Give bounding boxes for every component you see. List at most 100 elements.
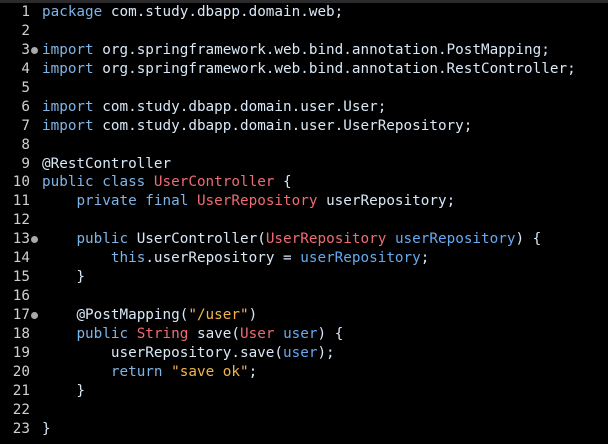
code-line[interactable]: 13 public UserController(UserRepository … (0, 230, 608, 249)
line-number-gutter: 14 (0, 249, 30, 268)
code-line[interactable]: 19 userRepository.save(user); (0, 344, 608, 363)
code-token: public (76, 325, 129, 342)
code-token: return (110, 363, 163, 380)
code-line[interactable]: 7 import com.study.dbapp.domain.user.User… (0, 117, 608, 136)
code-line[interactable]: 20 return "save ok"; (0, 363, 608, 382)
line-number-gutter: 22 (0, 401, 30, 420)
code-line[interactable]: 6 import com.study.dbapp.domain.user.User… (0, 98, 608, 117)
code-token: userRepository (394, 231, 516, 248)
line-number: 3 (21, 41, 30, 58)
code-line[interactable]: 3 import org.springframework.web.bind.ann… (0, 41, 608, 60)
line-number: 9 (21, 155, 30, 172)
code-line[interactable]: 5 (0, 79, 608, 98)
line-number: 21 (12, 382, 30, 399)
line-number-gutter: 20 (0, 363, 30, 382)
code-text: import org.springframework.web.bind.anno… (42, 60, 576, 79)
code-line[interactable]: 8 (0, 136, 608, 155)
line-number-gutter: 9 (0, 155, 30, 174)
code-text: import org.springframework.web.bind.anno… (42, 41, 550, 60)
line-number-gutter: 13 (0, 230, 38, 249)
code-line[interactable]: 11 private final UserRepository userRepo… (0, 192, 608, 211)
line-number: 12 (12, 212, 30, 229)
code-token: user (283, 344, 318, 361)
line-number-gutter: 10 (0, 173, 30, 192)
code-token: "/user" (188, 307, 249, 323)
code-token: com.study.dbapp.domain.web; (102, 4, 344, 20)
code-token: ; (248, 363, 258, 380)
code-line[interactable]: 14 this.userRepository = userRepository; (0, 249, 608, 268)
code-token: UserController( (128, 231, 266, 248)
code-text: public UserController(UserRepository use… (42, 230, 541, 249)
code-token: } (42, 269, 86, 286)
code-token: import (42, 60, 94, 77)
code-token: ) { (317, 325, 344, 342)
fold-marker-icon[interactable] (31, 46, 38, 54)
line-number: 16 (12, 288, 30, 305)
code-editor[interactable]: 1 package com.study.dbapp.domain.web; 2 3 im… (0, 3, 608, 444)
code-line[interactable]: 1 package com.study.dbapp.domain.web; (0, 3, 608, 22)
code-token: this (110, 250, 146, 267)
code-token: String (136, 325, 189, 342)
code-line[interactable]: 17 @PostMapping("/user") (0, 306, 608, 325)
code-token: public class (42, 174, 146, 191)
code-token: save( (188, 325, 241, 342)
code-token: package (42, 4, 103, 20)
code-line[interactable]: 9 @RestController (0, 155, 608, 174)
code-text: userRepository.save(user); (42, 344, 335, 363)
code-text: public class UserController { (42, 173, 292, 192)
code-text: } (42, 420, 51, 439)
line-number: 7 (21, 117, 30, 134)
line-number-gutter: 4 (0, 60, 30, 79)
line-number-gutter: 3 (0, 41, 38, 60)
line-number: 19 (12, 344, 30, 361)
code-line[interactable]: 21 } (0, 382, 608, 401)
line-number-gutter: 12 (0, 211, 30, 230)
code-token: com.study.dbapp.domain.user.UserReposito… (93, 117, 473, 134)
code-line[interactable]: 10 public class UserController { (0, 173, 608, 192)
code-text: @PostMapping("/user") (42, 306, 257, 325)
line-number-gutter: 19 (0, 344, 30, 363)
code-line[interactable]: 16 (0, 287, 608, 306)
code-text: private final UserRepository userReposit… (42, 192, 455, 211)
line-number: 10 (12, 174, 30, 191)
code-token: @PostMapping( (76, 307, 189, 323)
line-number: 4 (21, 60, 30, 77)
code-text: @RestController (42, 155, 171, 174)
code-line[interactable]: 23} (0, 420, 608, 439)
code-line[interactable]: 4 import org.springframework.web.bind.ann… (0, 60, 608, 79)
code-token: "save ok" (171, 363, 249, 380)
code-line[interactable]: 22 (0, 401, 608, 420)
line-number-gutter: 18 (0, 325, 30, 344)
code-text: return "save ok"; (42, 363, 257, 382)
line-number-gutter: 15 (0, 268, 30, 287)
code-token: @RestController (42, 155, 172, 172)
code-token: import (42, 117, 94, 134)
fold-marker-icon[interactable] (31, 312, 38, 319)
line-number: 6 (21, 98, 30, 115)
line-number: 11 (12, 193, 30, 210)
line-number: 20 (12, 363, 30, 380)
code-token: import (42, 41, 94, 58)
code-token: UserRepository (196, 193, 318, 210)
line-number: 23 (12, 420, 30, 437)
code-line[interactable]: 18 public String save(User user) { (0, 325, 608, 344)
line-number: 18 (12, 325, 30, 342)
line-number: 17 (12, 307, 30, 323)
code-line[interactable]: 2 (0, 22, 608, 41)
code-line[interactable]: 12 (0, 211, 608, 230)
line-number-gutter: 6 (0, 98, 30, 117)
line-number: 13 (12, 231, 30, 248)
code-line[interactable]: 15 } (0, 268, 608, 287)
code-text: import com.study.dbapp.domain.user.User; (42, 98, 386, 117)
fold-marker-icon[interactable] (31, 236, 38, 244)
line-number-gutter: 23 (0, 420, 30, 439)
line-number-gutter: 1 (0, 3, 30, 22)
